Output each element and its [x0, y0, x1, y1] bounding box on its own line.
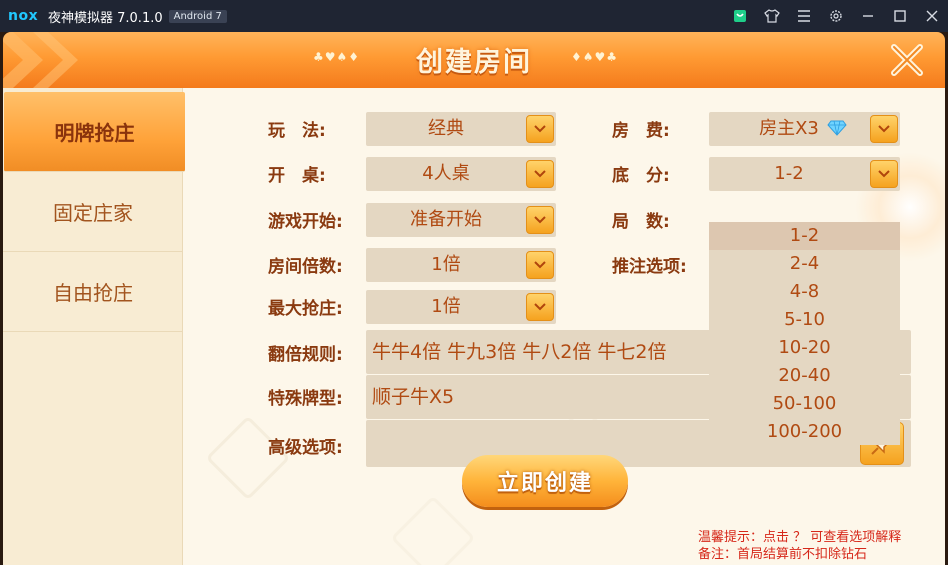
close-x-icon: [891, 44, 923, 76]
background-diamond-decoration: [390, 495, 476, 565]
emulator-titlebar: nox 夜神模拟器 7.0.1.0 Android 7: [0, 0, 948, 32]
dialog-header: ♣♥♠♦ 创建房间 ♦♠♥♣: [3, 32, 945, 88]
base-score-select[interactable]: 1-2: [709, 157, 900, 191]
chevron-down-icon[interactable]: [526, 293, 554, 321]
chevron-down-icon[interactable]: [870, 160, 898, 188]
tab-ziyou-qiangzhuang[interactable]: 自由抢庄: [3, 252, 183, 332]
tab-guding-zhuangjia[interactable]: 固定庄家: [3, 172, 183, 252]
create-room-label: 立即创建: [496, 471, 593, 496]
push-bet-label: 推注选项:: [612, 257, 687, 277]
chevron-down-icon[interactable]: [526, 115, 554, 143]
background-diamond-decoration: [205, 415, 291, 501]
max-bid-value: 1倍: [431, 296, 461, 317]
advanced-options-label: 高级选项:: [268, 438, 343, 458]
play-mode-label: 玩 法:: [268, 121, 326, 141]
android-version-badge: Android 7: [168, 9, 227, 23]
dropdown-option[interactable]: 20-40: [709, 362, 900, 390]
chevron-down-icon[interactable]: [526, 206, 554, 234]
game-start-label: 游戏开始:: [268, 212, 343, 232]
max-bid-label: 最大抢庄:: [268, 299, 343, 319]
special-hand-value: 顺子牛X5: [372, 386, 455, 408]
base-score-dropdown-list: 1-2 2-4 4-8 5-10 10-20 20-40 50-100 100-…: [709, 222, 900, 445]
chevron-down-icon[interactable]: [526, 251, 554, 279]
close-icon[interactable]: [916, 0, 948, 32]
dialog-close-button[interactable]: [887, 40, 927, 80]
room-multiplier-select[interactable]: 1倍: [366, 248, 556, 282]
chevron-down-icon[interactable]: [526, 160, 554, 188]
room-multiplier-label: 房间倍数:: [268, 257, 343, 277]
base-score-label: 底 分:: [612, 166, 670, 186]
room-multiplier-value: 1倍: [431, 254, 461, 275]
table-size-label: 开 桌:: [268, 166, 326, 186]
chevron-down-icon[interactable]: [870, 115, 898, 143]
maximize-icon[interactable]: [884, 0, 916, 32]
rounds-label: 局 数:: [612, 212, 670, 232]
room-fee-select[interactable]: 房主X3: [709, 112, 900, 146]
game-window: ♣♥♠♦ 创建房间 ♦♠♥♣ 明牌抢庄 固定庄家 自由抢庄 玩 法: 开 桌: …: [0, 32, 948, 565]
create-room-button[interactable]: 立即创建: [462, 455, 628, 507]
store-icon[interactable]: [724, 0, 756, 32]
suits-decoration-right: ♦♠♥♣: [571, 50, 619, 64]
dropdown-option[interactable]: 2-4: [709, 250, 900, 278]
dropdown-option[interactable]: 1-2: [709, 222, 900, 250]
note-text: 备注：首局结算前不扣除钻石: [698, 547, 868, 562]
dropdown-option[interactable]: 5-10: [709, 306, 900, 334]
minimize-icon[interactable]: [852, 0, 884, 32]
max-bid-select[interactable]: 1倍: [366, 290, 556, 324]
dropdown-option[interactable]: 50-100: [709, 390, 900, 418]
room-fee-label: 房 费:: [612, 121, 670, 141]
double-rule-label: 翻倍规则:: [268, 345, 343, 365]
game-start-select[interactable]: 准备开始: [366, 203, 556, 237]
play-mode-value: 经典: [428, 118, 464, 139]
diamond-icon: [827, 120, 847, 136]
tab-mingpai-qiangzhuang[interactable]: 明牌抢庄: [4, 92, 185, 172]
game-start-value: 准备开始: [410, 209, 482, 230]
dropdown-option[interactable]: 100-200: [709, 418, 900, 446]
mode-tabs: 明牌抢庄 固定庄家 自由抢庄: [3, 88, 185, 565]
nox-logo: nox: [8, 8, 39, 24]
dialog-title: 创建房间: [416, 47, 532, 78]
settings-icon[interactable]: [820, 0, 852, 32]
dialog-body: 明牌抢庄 固定庄家 自由抢庄 玩 法: 开 桌: 游戏开始: 房间倍数: 最大抢…: [3, 88, 945, 565]
app-title: 夜神模拟器 7.0.1.0: [48, 10, 163, 26]
table-size-value: 4人桌: [422, 163, 470, 184]
play-mode-select[interactable]: 经典: [366, 112, 556, 146]
dropdown-option[interactable]: 4-8: [709, 278, 900, 306]
menu-icon[interactable]: [788, 0, 820, 32]
dropdown-option[interactable]: 10-20: [709, 334, 900, 362]
base-score-value: 1-2: [774, 163, 804, 184]
double-rule-value: 牛牛4倍 牛九3倍 牛八2倍 牛七2倍: [372, 341, 667, 363]
table-size-select[interactable]: 4人桌: [366, 157, 556, 191]
special-hand-label: 特殊牌型:: [268, 389, 343, 409]
skin-icon[interactable]: [756, 0, 788, 32]
